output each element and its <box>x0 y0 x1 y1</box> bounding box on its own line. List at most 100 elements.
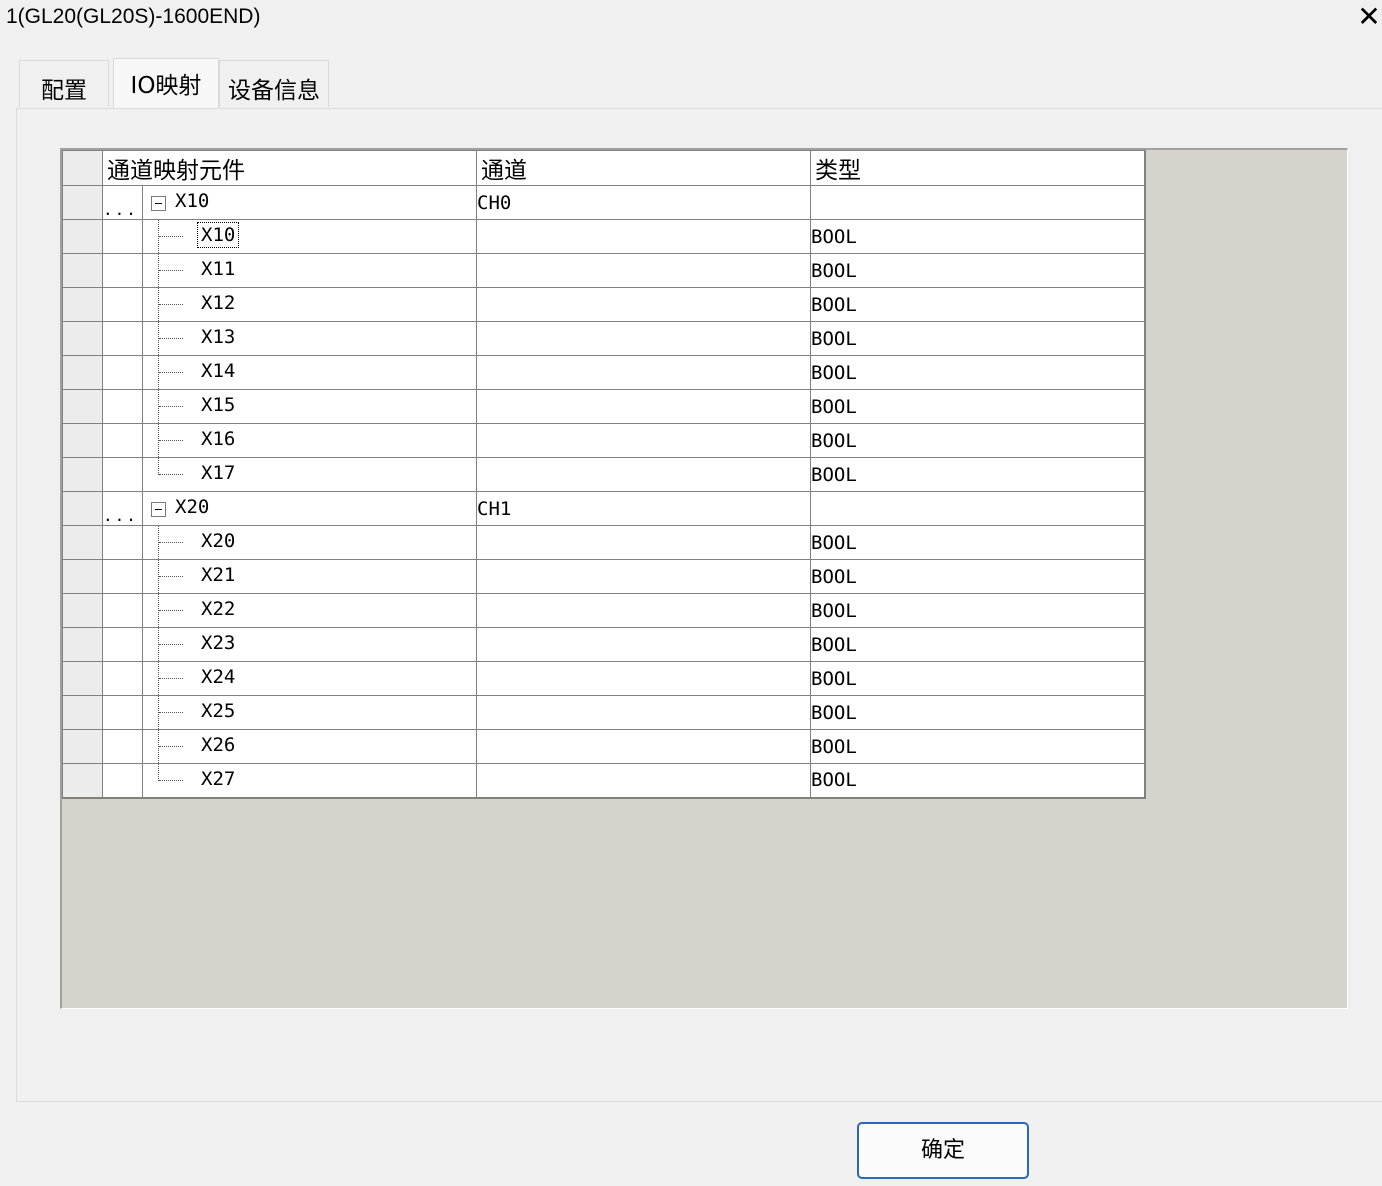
tab-io-mapping[interactable]: IO映射 <box>113 58 219 108</box>
table-row[interactable]: X26 BOOL <box>62 729 1145 764</box>
row-header[interactable] <box>62 491 103 526</box>
element-cell[interactable]: X11 <box>142 253 477 288</box>
type-cell[interactable]: BOOL <box>810 763 1145 798</box>
collapse-icon[interactable] <box>151 196 166 211</box>
table-row[interactable]: X15 BOOL <box>62 389 1145 424</box>
type-cell[interactable]: BOOL <box>810 287 1145 322</box>
row-header[interactable] <box>62 457 103 492</box>
ok-button[interactable]: 确定 <box>857 1122 1029 1179</box>
channel-cell[interactable] <box>476 219 811 254</box>
element-cell[interactable]: X17 <box>142 457 477 492</box>
row-header[interactable] <box>62 287 103 322</box>
table-row[interactable]: X23 BOOL <box>62 627 1145 662</box>
channel-cell[interactable] <box>476 321 811 356</box>
table-row[interactable]: X11 BOOL <box>62 253 1145 288</box>
channel-cell[interactable] <box>476 559 811 594</box>
close-icon[interactable]: ✕ <box>1356 0 1382 36</box>
element-cell[interactable]: X16 <box>142 423 477 458</box>
element-cell[interactable]: X20 <box>142 491 477 526</box>
table-row[interactable]: X12 BOOL <box>62 287 1145 322</box>
channel-cell[interactable] <box>476 763 811 798</box>
tab-device-info[interactable]: 设备信息 <box>219 60 329 107</box>
element-cell[interactable]: X12 <box>142 287 477 322</box>
group-row[interactable]: ... X20 CH1 <box>62 491 1145 526</box>
table-row[interactable]: X22 BOOL <box>62 593 1145 628</box>
channel-cell[interactable] <box>476 729 811 764</box>
channel-cell[interactable] <box>476 627 811 662</box>
channel-cell[interactable] <box>476 355 811 390</box>
row-header[interactable] <box>62 627 103 662</box>
channel-cell[interactable]: CH0 <box>476 185 811 220</box>
row-header[interactable] <box>62 423 103 458</box>
element-cell[interactable]: X22 <box>142 593 477 628</box>
column-header-element[interactable]: 通道映射元件 <box>102 150 477 186</box>
row-header[interactable] <box>62 185 103 220</box>
row-header[interactable] <box>62 355 103 390</box>
row-header[interactable] <box>62 661 103 696</box>
table-row[interactable]: X17 BOOL <box>62 457 1145 492</box>
table-row[interactable]: X27 BOOL <box>62 763 1145 798</box>
element-cell[interactable]: X26 <box>142 729 477 764</box>
group-row[interactable]: ... X10 CH0 <box>62 185 1145 220</box>
row-header[interactable] <box>62 219 103 254</box>
table-row[interactable]: X20 BOOL <box>62 525 1145 560</box>
channel-cell[interactable] <box>476 287 811 322</box>
type-cell[interactable]: BOOL <box>810 593 1145 628</box>
row-header[interactable] <box>62 559 103 594</box>
type-cell[interactable]: BOOL <box>810 695 1145 730</box>
column-header-type[interactable]: 类型 <box>810 150 1145 186</box>
row-header[interactable] <box>62 763 103 798</box>
row-header[interactable] <box>62 729 103 764</box>
type-cell[interactable]: BOOL <box>810 219 1145 254</box>
channel-cell[interactable] <box>476 423 811 458</box>
element-cell[interactable]: X21 <box>142 559 477 594</box>
column-header-channel[interactable]: 通道 <box>476 150 811 186</box>
type-cell[interactable]: BOOL <box>810 729 1145 764</box>
type-cell[interactable]: BOOL <box>810 457 1145 492</box>
element-cell[interactable]: X27 <box>142 763 477 798</box>
type-cell[interactable]: BOOL <box>810 423 1145 458</box>
table-row[interactable]: X24 BOOL <box>62 661 1145 696</box>
type-cell[interactable]: BOOL <box>810 525 1145 560</box>
row-header[interactable] <box>62 593 103 628</box>
row-header[interactable] <box>62 695 103 730</box>
table-row[interactable]: X13 BOOL <box>62 321 1145 356</box>
row-header[interactable] <box>62 389 103 424</box>
element-cell[interactable]: X14 <box>142 355 477 390</box>
element-cell[interactable]: X10 <box>142 185 477 220</box>
type-cell[interactable]: BOOL <box>810 627 1145 662</box>
element-cell[interactable]: X25 <box>142 695 477 730</box>
channel-cell[interactable] <box>476 525 811 560</box>
element-cell[interactable]: X13 <box>142 321 477 356</box>
tab-config[interactable]: 配置 <box>19 60 109 107</box>
table-row[interactable]: X25 BOOL <box>62 695 1145 730</box>
channel-cell[interactable] <box>476 593 811 628</box>
type-cell[interactable] <box>810 185 1145 220</box>
channel-cell[interactable]: CH1 <box>476 491 811 526</box>
row-header[interactable] <box>62 525 103 560</box>
element-cell[interactable]: X10 <box>142 219 477 254</box>
type-cell[interactable]: BOOL <box>810 321 1145 356</box>
element-cell[interactable]: X23 <box>142 627 477 662</box>
type-cell[interactable]: BOOL <box>810 389 1145 424</box>
type-cell[interactable] <box>810 491 1145 526</box>
type-cell[interactable]: BOOL <box>810 559 1145 594</box>
channel-cell[interactable] <box>476 389 811 424</box>
row-header[interactable] <box>62 253 103 288</box>
type-cell[interactable]: BOOL <box>810 253 1145 288</box>
row-header[interactable] <box>62 321 103 356</box>
element-cell[interactable]: X24 <box>142 661 477 696</box>
element-cell[interactable]: X15 <box>142 389 477 424</box>
element-cell[interactable]: X20 <box>142 525 477 560</box>
channel-cell[interactable] <box>476 695 811 730</box>
channel-cell[interactable] <box>476 253 811 288</box>
type-cell[interactable]: BOOL <box>810 355 1145 390</box>
type-cell[interactable]: BOOL <box>810 661 1145 696</box>
table-row[interactable]: X16 BOOL <box>62 423 1145 458</box>
table-row[interactable]: X21 BOOL <box>62 559 1145 594</box>
channel-cell[interactable] <box>476 457 811 492</box>
table-row[interactable]: X14 BOOL <box>62 355 1145 390</box>
channel-cell[interactable] <box>476 661 811 696</box>
table-row[interactable]: X10 BOOL <box>62 219 1145 254</box>
collapse-icon[interactable] <box>151 502 166 517</box>
